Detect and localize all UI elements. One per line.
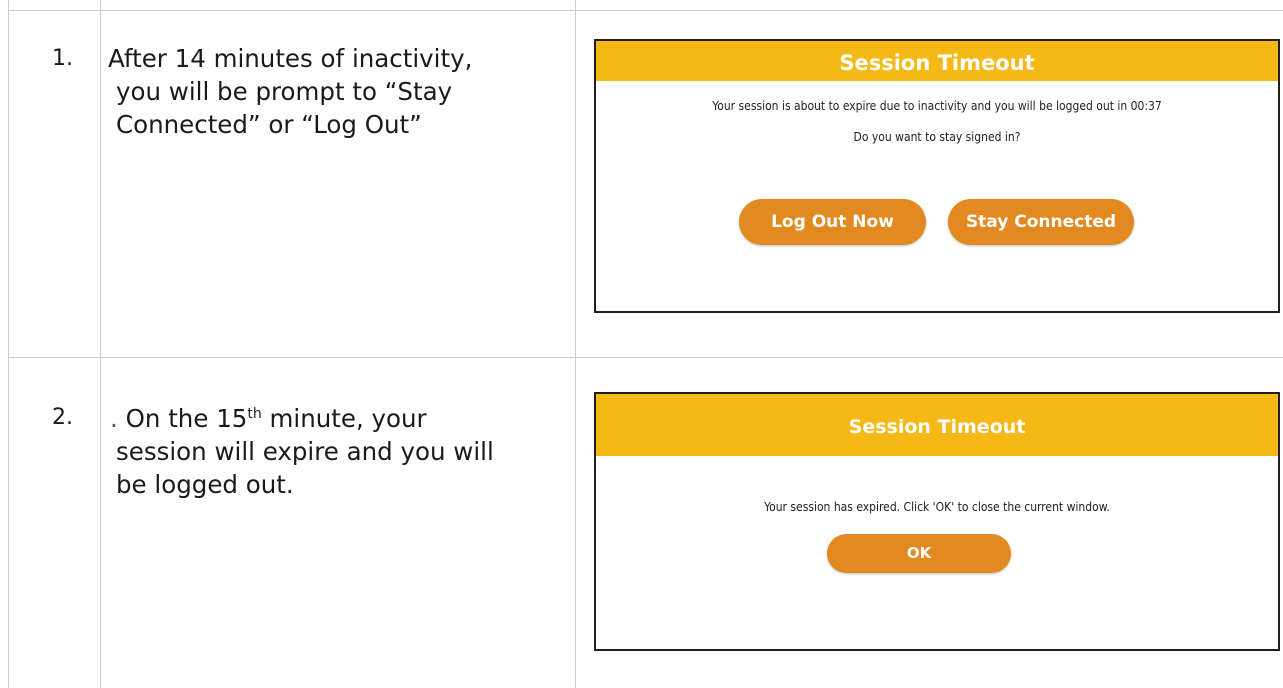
step-1-line-3: Connected” or “Log Out” bbox=[116, 110, 422, 139]
step-2-line-2: session will expire and you will bbox=[116, 437, 494, 466]
dialog-title: Session Timeout bbox=[596, 41, 1278, 81]
table-row-divider bbox=[8, 357, 1283, 358]
step-2-text: . On the 15th minute, your session will … bbox=[108, 402, 558, 501]
dialog-question: Do you want to stay signed in? bbox=[853, 130, 1021, 144]
step-2-line-3: be logged out. bbox=[116, 470, 294, 499]
dialog-message: Your session is about to expire due to i… bbox=[712, 99, 1162, 113]
step-2-line-1: . On the 15th minute, your bbox=[110, 404, 427, 433]
session-expired-dialog: Session Timeout Your session has expired… bbox=[594, 392, 1280, 651]
ok-button[interactable]: OK bbox=[827, 534, 1011, 573]
log-out-now-button[interactable]: Log Out Now bbox=[739, 199, 926, 245]
dialog-title: Session Timeout bbox=[596, 394, 1278, 456]
table-divider-image bbox=[575, 0, 576, 688]
step-2-lead-mark: . bbox=[110, 404, 118, 433]
table-border-top bbox=[8, 10, 1283, 11]
table-border-left bbox=[8, 0, 9, 688]
stay-connected-button[interactable]: Stay Connected bbox=[948, 199, 1134, 245]
step-1-line-2: you will be prompt to “Stay bbox=[116, 77, 453, 106]
session-timeout-warning-dialog: Session Timeout Your session is about to… bbox=[594, 39, 1280, 313]
step-1-line-1: After 14 minutes of inactivity, bbox=[108, 44, 473, 73]
step-1-text: After 14 minutes of inactivity, you will… bbox=[108, 42, 558, 141]
dialog-message: Your session has expired. Click 'OK' to … bbox=[764, 500, 1110, 514]
step-1-number: 1. bbox=[52, 46, 73, 71]
table-divider-number bbox=[100, 0, 101, 688]
step-2-number: 2. bbox=[52, 405, 73, 430]
